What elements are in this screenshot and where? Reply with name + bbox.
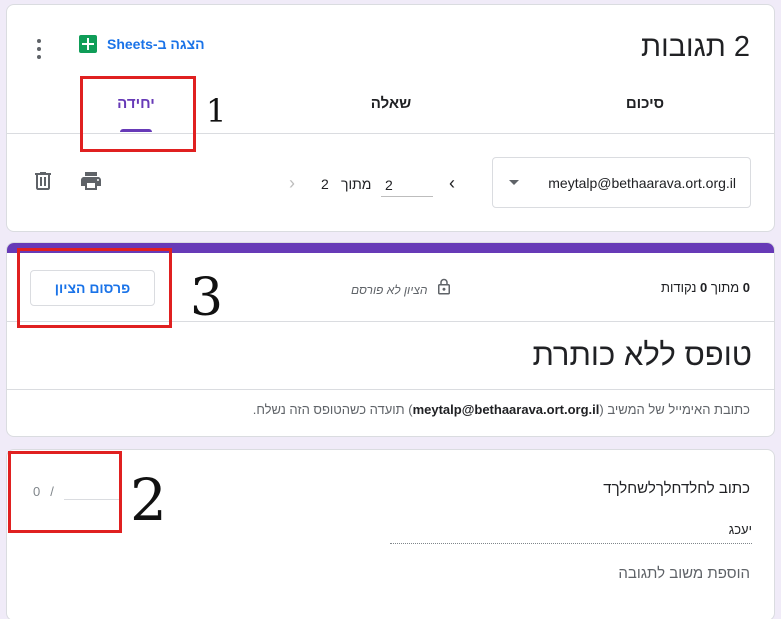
annotation-number-1: 1	[206, 92, 227, 130]
print-icon[interactable]	[79, 169, 103, 193]
points-of: מתוך	[710, 280, 740, 295]
annotation-box-2	[8, 451, 122, 533]
email-recorded-note: כתובת האימייל של המשיב (meytalp@bethaara…	[253, 402, 750, 417]
grade-status-text: הציון לא פורסם	[351, 282, 428, 297]
email-note-suffix: ) תועדה כשהטופס הזה נשלח.	[252, 402, 413, 417]
answer-text: יעכג	[390, 522, 752, 544]
form-title: טופס ללא כותרת	[532, 337, 752, 372]
annotation-number-3: 3	[190, 268, 224, 328]
question-title: כתוב לחלדחלךלשחלךד	[603, 480, 750, 497]
tab-summary[interactable]: סיכום	[604, 95, 686, 112]
points-unit: נקודות	[661, 280, 697, 295]
divider	[7, 389, 774, 390]
chevron-down-icon	[509, 180, 519, 185]
annotation-box-3	[17, 248, 172, 328]
email-note-prefix: כתובת האימייל של המשיב (	[599, 402, 750, 417]
email-note-address: meytalp@bethaarava.ort.org.il	[412, 402, 600, 417]
previous-response-icon[interactable]: ‹	[449, 173, 455, 194]
respondent-select[interactable]: meytalp@bethaarava.ort.org.il	[492, 157, 751, 208]
delete-icon[interactable]	[31, 169, 55, 193]
sheets-link-label: הצגה ב-Sheets	[107, 36, 205, 52]
next-response-icon[interactable]: ›	[289, 173, 295, 194]
page-title: 2 תגובות	[641, 31, 750, 63]
pager-total: 2	[321, 176, 329, 192]
lock-icon	[435, 278, 453, 301]
annotation-box-1	[80, 76, 196, 152]
more-options-icon[interactable]	[31, 37, 47, 61]
points-total: 0	[700, 280, 708, 295]
sheets-icon	[79, 35, 97, 53]
respondent-email: meytalp@bethaarava.ort.org.il	[548, 174, 736, 191]
pager-of-label: מתוך	[341, 176, 372, 192]
points-summary: 0 מתוך 0 נקודות	[661, 280, 750, 295]
view-in-sheets-link[interactable]: הצגה ב-Sheets	[79, 35, 205, 53]
add-feedback-link[interactable]: הוספת משוב לתגובה	[618, 565, 750, 582]
page-number-input[interactable]	[381, 173, 433, 197]
tab-question[interactable]: שאלה	[351, 95, 431, 112]
annotation-number-2: 2	[130, 466, 167, 534]
grade-status: הציון לא פורסם	[351, 278, 453, 301]
points-earned: 0	[742, 280, 750, 295]
